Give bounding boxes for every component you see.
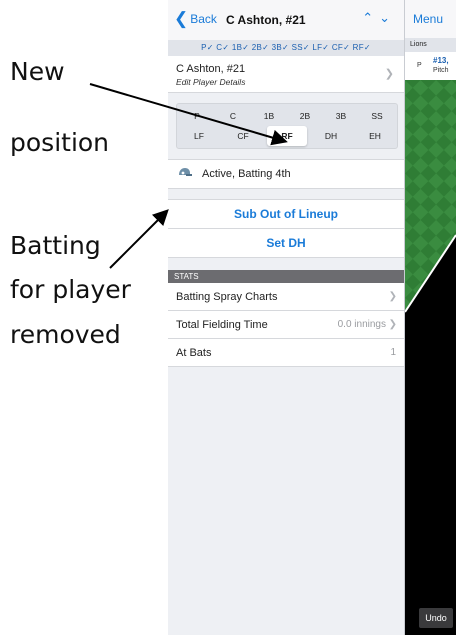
batting-for-player-arrow	[109, 209, 169, 269]
new-position-arrow	[89, 83, 288, 146]
annotation-arrows	[89, 83, 288, 269]
